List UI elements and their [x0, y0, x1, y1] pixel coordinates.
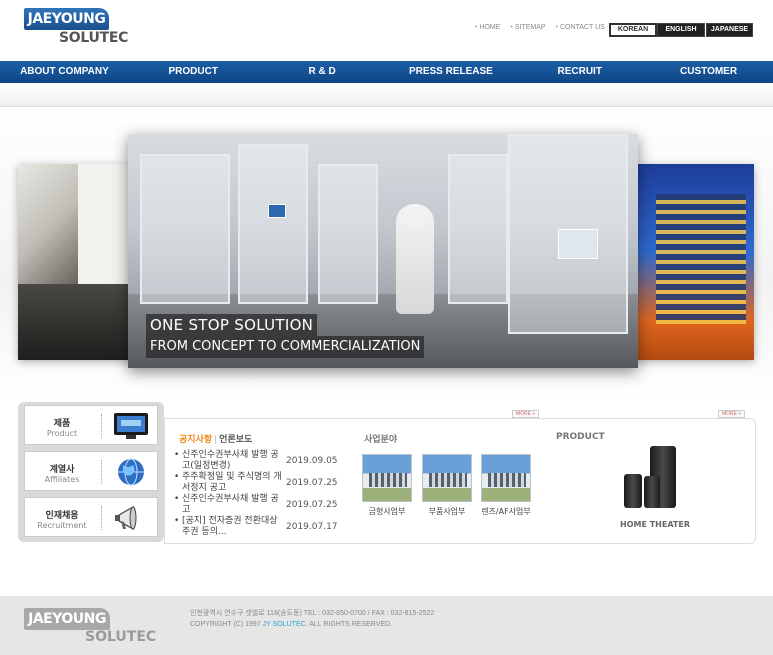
machine-screen	[268, 204, 286, 218]
machine-rack	[140, 154, 230, 304]
monitor-icon	[114, 413, 148, 439]
news-date: 2019.09.05	[286, 456, 338, 466]
bullet: •	[174, 472, 180, 482]
news-date: 2019.07.17	[286, 522, 338, 532]
hero-slogan-line2: FROM CONCEPT TO COMMERCIALIZATION	[146, 336, 425, 358]
quick-links-panel: 제품 Product 계열사 Affiliates 인재채용 Recruitme…	[18, 402, 164, 542]
business-thumbnail	[481, 454, 531, 502]
quick-link-product[interactable]: 제품 Product	[24, 405, 158, 445]
news-title: 주주확정일 및 주식명의 개서정지 공고	[182, 472, 282, 493]
bullet: •	[174, 494, 180, 504]
machine-screen	[558, 229, 598, 259]
home-theater-image[interactable]	[624, 446, 688, 514]
machine-rack	[448, 154, 508, 304]
contact-us-link[interactable]: CONTACT US	[556, 24, 605, 31]
news-title: [공지] 전자증권 전환대상 주권 등의...	[182, 516, 278, 537]
cleanroom-worker	[396, 204, 434, 314]
business-label: 렌즈/AF사업부	[481, 507, 531, 516]
machine-rack	[318, 164, 378, 304]
business-item[interactable]: 부품사업부	[422, 454, 472, 517]
main-nav: ABOUT COMPANY PRODUCT R & D PRESS RELEAS…	[0, 61, 773, 83]
business-label: 부품사업부	[428, 507, 466, 516]
home-link[interactable]: HOME	[475, 24, 500, 31]
nav-recruit[interactable]: RECRUIT	[515, 61, 644, 83]
news-more-button[interactable]: MORE +	[512, 410, 540, 418]
bullet: •	[174, 516, 180, 526]
bullet: •	[174, 450, 180, 460]
hero-slogan-line1: ONE STOP SOLUTION	[146, 314, 318, 336]
header: JAEYOUNG SOLUTEC HOME SITEMAP CONTACT US…	[0, 0, 773, 60]
machine-rack	[238, 144, 308, 304]
nav-rnd[interactable]: R & D	[258, 61, 387, 83]
hero-side-image-office[interactable]	[18, 164, 138, 360]
lang-korean-button[interactable]: KOREAN	[609, 23, 657, 37]
quick-link-affiliates[interactable]: 계열사 Affiliates	[24, 451, 158, 491]
divider	[101, 460, 102, 484]
copyright-prefix: COPYRIGHT (C) 1997	[190, 621, 261, 628]
news-title: 신주인수권부사채 발행 공고(일정변경)	[182, 450, 279, 471]
nav-product[interactable]: PRODUCT	[129, 61, 258, 83]
nav-customer[interactable]: CUSTOMER	[644, 61, 773, 83]
footer-address: 인천광역시 연수구 갯벌로 118(송도동) TEL : 032-850-070…	[190, 610, 435, 617]
office-desks	[18, 284, 138, 360]
sub-nav-bar	[0, 83, 773, 107]
sitemap-link[interactable]: SITEMAP	[510, 24, 546, 31]
business-label: 금형사업부	[368, 507, 406, 516]
quick-link-label-ko: 계열사	[49, 465, 75, 475]
news-tabs: 공지사항 | 언론보도	[179, 432, 252, 445]
footer-logo-top: JAEYOUNG	[24, 608, 110, 630]
business-thumbnail	[362, 454, 412, 502]
divider	[101, 414, 102, 438]
product-label: HOME THEATER	[620, 520, 690, 529]
quick-link-label-en: Affiliates	[44, 475, 80, 484]
copyright-brand: JY SOLUTEC.	[262, 621, 308, 628]
quick-link-label-ko: 제품	[53, 419, 71, 429]
news-date: 2019.07.25	[286, 500, 338, 510]
lang-english-button[interactable]: ENGLISH	[657, 23, 705, 37]
hero-side-image-building[interactable]	[636, 164, 754, 360]
speaker-center	[644, 476, 660, 508]
business-item[interactable]: 금형사업부	[362, 454, 412, 517]
company-logo[interactable]: JAEYOUNG SOLUTEC	[24, 8, 144, 48]
business-item[interactable]: 렌즈/AF사업부	[481, 454, 531, 517]
product-more-button[interactable]: MORE +	[718, 410, 746, 418]
logo-wordmark-bottom: SOLUTEC	[59, 30, 129, 46]
utility-links: HOME SITEMAP CONTACT US	[475, 24, 605, 31]
business-thumbnail	[422, 454, 472, 502]
quick-link-label-en: Recruitment	[37, 521, 87, 530]
tab-notice[interactable]: 공지사항	[179, 435, 212, 445]
footer-copyright: COPYRIGHT (C) 1997 JY SOLUTEC. ALL RIGHT…	[190, 621, 392, 628]
news-date: 2019.07.25	[286, 478, 338, 488]
nav-press-release[interactable]: PRESS RELEASE	[386, 61, 515, 83]
business-section-title: 사업분야	[364, 435, 398, 445]
speaker-left	[624, 474, 642, 508]
quick-link-recruitment[interactable]: 인재채용 Recruitment	[24, 497, 158, 537]
megaphone-icon	[115, 505, 137, 531]
copyright-suffix: ALL RIGHTS RESERVED.	[309, 621, 393, 628]
footer: JAEYOUNG SOLUTEC 인천광역시 연수구 갯벌로 118(송도동) …	[0, 596, 773, 655]
tab-press[interactable]: 언론보도	[219, 435, 252, 445]
news-title: 신주인수권부사채 발행 공고	[182, 494, 279, 515]
logo-wordmark-top: JAEYOUNG	[24, 8, 109, 30]
globe-icon	[118, 458, 144, 486]
language-switcher: KOREAN ENGLISH JAPANESE	[609, 23, 753, 37]
divider	[101, 506, 102, 530]
tab-separator: |	[214, 435, 218, 445]
quick-link-label-en: Product	[46, 429, 78, 438]
lang-japanese-button[interactable]: JAPANESE	[706, 23, 753, 37]
nav-about-company[interactable]: ABOUT COMPANY	[0, 61, 129, 83]
building-facade	[656, 194, 746, 324]
product-section-title: PRODUCT	[556, 432, 605, 442]
quick-link-label-ko: 인재채용	[45, 511, 79, 521]
footer-logo-bottom: SOLUTEC	[85, 629, 157, 645]
